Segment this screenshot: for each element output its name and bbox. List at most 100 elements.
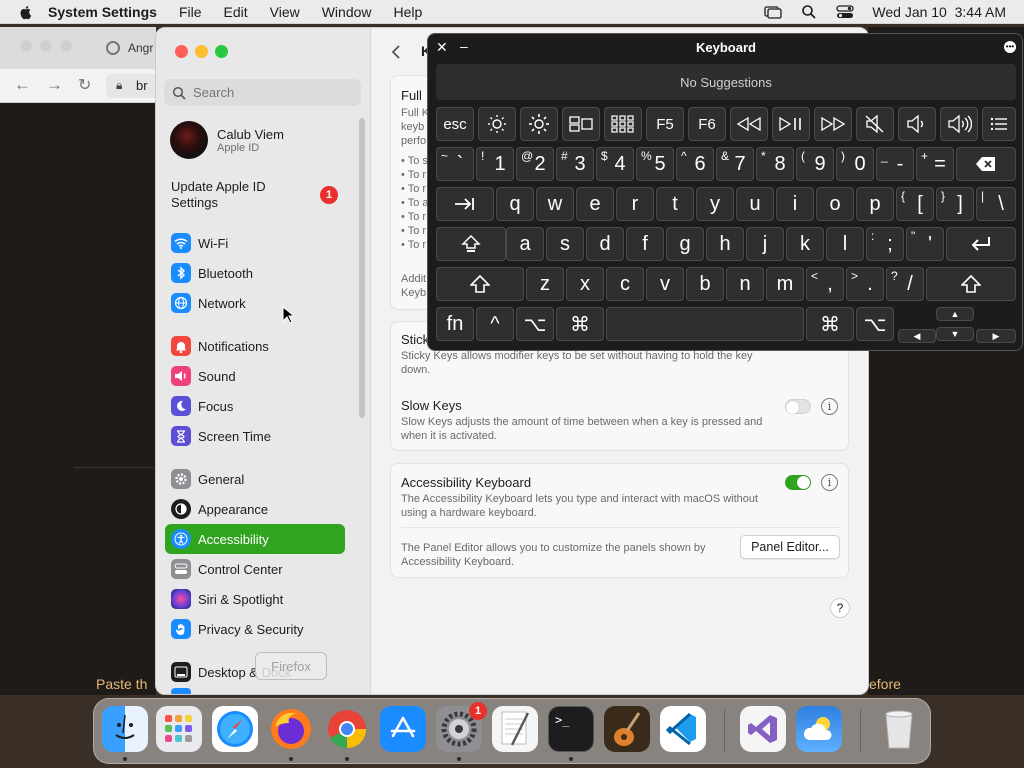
key-command-right[interactable]: ⌘ [806, 307, 854, 341]
arrow-up-icon[interactable]: ▲ [936, 307, 974, 321]
vscode-icon[interactable] [660, 706, 706, 752]
key-2[interactable]: @2 [516, 147, 554, 181]
key-control[interactable]: ^ [476, 307, 514, 341]
sidebar-item-next[interactable] [165, 688, 345, 694]
volume-up-icon[interactable] [940, 107, 978, 141]
textedit-icon[interactable] [492, 706, 538, 752]
arrow-down-icon[interactable]: ▼ [936, 327, 974, 341]
key-r[interactable]: r [616, 187, 654, 221]
key-space[interactable] [606, 307, 804, 341]
arrow-right-icon[interactable]: ▶ [976, 329, 1016, 343]
key-a[interactable]: a [506, 227, 544, 261]
view-menu[interactable]: View [270, 4, 300, 20]
brightness-up-icon[interactable] [520, 107, 558, 141]
key-f5[interactable]: F5 [646, 107, 684, 141]
sidebar-item-accessibility[interactable]: Accessibility [165, 524, 345, 554]
key-right-bracket[interactable]: }] [936, 187, 974, 221]
key-i[interactable]: i [776, 187, 814, 221]
key-option-right[interactable]: ⌥ [856, 307, 894, 341]
key-left-bracket[interactable]: {[ [896, 187, 934, 221]
weather-icon[interactable] [796, 706, 842, 752]
key-7[interactable]: & 7 [716, 147, 754, 181]
sidebar-item-screen-time[interactable]: Screen Time [165, 422, 345, 450]
sidebar-item-appearance[interactable]: Appearance [165, 495, 345, 523]
key-t[interactable]: t [656, 187, 694, 221]
key-j[interactable]: j [746, 227, 784, 261]
app-name-menu[interactable]: System Settings [48, 4, 157, 20]
key-c[interactable]: c [606, 267, 644, 301]
key-e[interactable]: e [576, 187, 614, 221]
file-menu[interactable]: File [179, 4, 202, 20]
key-d[interactable]: d [586, 227, 624, 261]
sidebar-item-control-center[interactable]: Control Center [165, 555, 345, 583]
spotlight-search-icon[interactable] [800, 4, 818, 20]
key-k[interactable]: k [786, 227, 824, 261]
close-button[interactable] [175, 45, 188, 58]
key-slash[interactable]: ? / [886, 267, 924, 301]
control-center-icon[interactable] [836, 4, 855, 20]
finder-icon[interactable] [102, 706, 148, 752]
key-9[interactable]: (9 [796, 147, 834, 181]
key-z[interactable]: z [526, 267, 564, 301]
volume-down-icon[interactable] [898, 107, 936, 141]
mute-icon[interactable] [856, 107, 894, 141]
key-f[interactable]: f [626, 227, 664, 261]
key-quote[interactable]: " ' [906, 227, 944, 261]
key-minus[interactable]: _ - [876, 147, 914, 181]
key-v[interactable]: v [646, 267, 684, 301]
key-f6[interactable]: F6 [688, 107, 726, 141]
menu-icon[interactable] [982, 107, 1016, 141]
sidebar-search[interactable] [164, 79, 361, 106]
garageband-icon[interactable] [604, 706, 650, 752]
zoom-button[interactable] [215, 45, 228, 58]
key-b[interactable]: b [686, 267, 724, 301]
help-button[interactable]: ? [830, 598, 850, 618]
close-window-icon[interactable] [20, 40, 32, 52]
menubar-clock[interactable]: Wed Jan 10 3:44 AM [872, 4, 1006, 20]
sidebar-item-wifi[interactable]: Wi-Fi [165, 229, 345, 257]
slow-keys-toggle[interactable] [785, 399, 811, 414]
key-1[interactable]: ! 1 [476, 147, 514, 181]
key-q[interactable]: q [496, 187, 534, 221]
key-y[interactable]: y [696, 187, 734, 221]
accessibility-keyboard-toggle[interactable] [785, 475, 811, 490]
slow-keys-info-icon[interactable]: i [821, 398, 838, 415]
key-3[interactable]: #3 [556, 147, 594, 181]
key-comma[interactable]: <, [806, 267, 844, 301]
return-key-icon[interactable] [946, 227, 1016, 261]
safari-icon[interactable] [212, 706, 258, 752]
brightness-down-icon[interactable] [478, 107, 516, 141]
sidebar-item-bluetooth[interactable]: Bluetooth [165, 259, 345, 287]
delete-key-icon[interactable] [956, 147, 1016, 181]
key-m[interactable]: m [766, 267, 804, 301]
terminal-icon[interactable]: >_ [548, 706, 594, 752]
maximize-window-icon[interactable] [60, 40, 72, 52]
key-backtick[interactable]: ~ ` [436, 147, 474, 181]
options-icon[interactable]: ••• [1004, 41, 1016, 53]
trash-icon[interactable] [876, 706, 922, 752]
sidebar-item-general[interactable]: General [165, 465, 345, 493]
sidebar-item-siri[interactable]: Siri & Spotlight [165, 585, 345, 613]
key-h[interactable]: h [706, 227, 744, 261]
search-input[interactable] [193, 85, 353, 100]
key-g[interactable]: g [666, 227, 704, 261]
forward-arrow-icon[interactable]: → [46, 75, 63, 95]
chrome-icon[interactable] [324, 706, 370, 752]
fast-forward-icon[interactable] [814, 107, 852, 141]
shift-left-icon[interactable] [436, 267, 524, 301]
caps-lock-icon[interactable] [436, 227, 506, 261]
firefox-icon[interactable] [268, 706, 314, 752]
key-escape[interactable]: esc [436, 107, 474, 141]
sidebar-item-network[interactable]: Network [165, 289, 345, 317]
key-u[interactable]: u [736, 187, 774, 221]
arrow-left-icon[interactable]: ◀ [898, 329, 936, 343]
help-menu[interactable]: Help [394, 4, 423, 20]
update-apple-id-item[interactable]: Update Apple ID Settings [171, 179, 281, 211]
shift-right-icon[interactable] [926, 267, 1016, 301]
launchpad-icon[interactable] [156, 706, 202, 752]
key-0[interactable]: ) 0 [836, 147, 874, 181]
key-n[interactable]: n [726, 267, 764, 301]
key-l[interactable]: l [826, 227, 864, 261]
reload-icon[interactable]: ↻ [78, 75, 91, 95]
sidebar-item-sound[interactable]: Sound [165, 362, 345, 390]
